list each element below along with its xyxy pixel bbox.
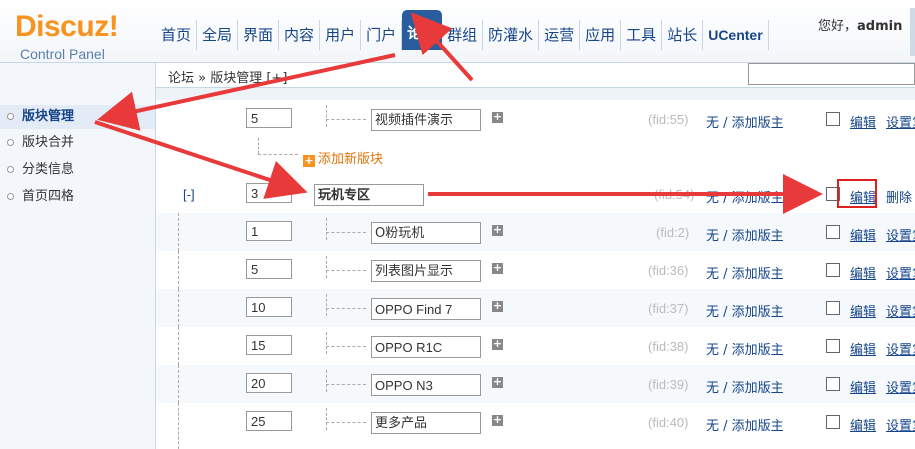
arrow-to-category-name [94,120,308,199]
annotation-arrows [94,12,823,214]
arrow-to-forum-tab [410,12,474,82]
arrow-to-sidebar-manage [97,53,396,131]
